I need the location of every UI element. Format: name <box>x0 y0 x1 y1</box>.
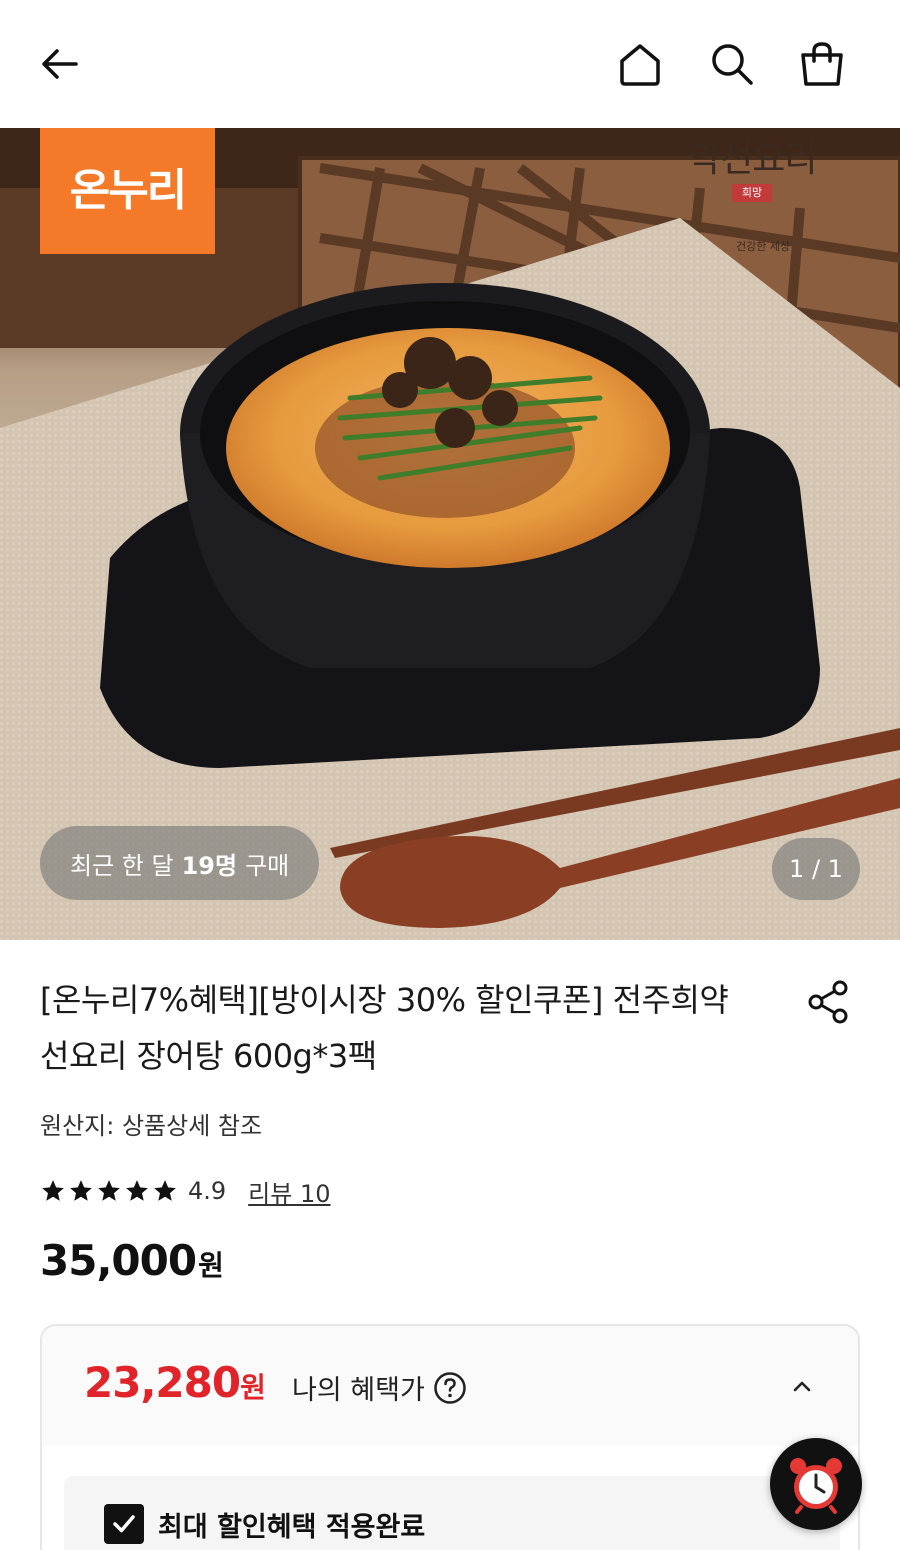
benefit-detail: 최대 할인혜택 적용완료 <box>64 1476 840 1550</box>
collapse-toggle[interactable] <box>782 1366 822 1406</box>
chevron-up-icon <box>793 1381 811 1392</box>
brand-logo-seal: 희망 <box>732 184 772 202</box>
brand-logo-name: 약선요리 <box>688 139 817 180</box>
star-icon <box>42 1180 64 1201</box>
onnuri-badge: 온누리 <box>40 128 215 254</box>
star-icon <box>126 1180 148 1201</box>
benefit-header[interactable]: 23,280원 나의 혜택가 <box>42 1326 858 1446</box>
top-navigation-bar <box>0 0 900 128</box>
rating-value: 4.9 <box>188 1177 227 1205</box>
back-button[interactable] <box>32 36 88 92</box>
rating-row: 4.9 리뷰 10 <box>40 1172 331 1210</box>
checkmark-icon <box>113 1515 135 1533</box>
cart-button[interactable] <box>794 36 850 92</box>
brand-logo-tagline: 건강한 세상 <box>736 240 791 253</box>
benefit-panel: 23,280원 나의 혜택가 최대 할인혜택 적용완료 <box>40 1324 860 1550</box>
benefit-price: 23,280원 <box>84 1358 266 1407</box>
alarm-button[interactable] <box>770 1438 862 1530</box>
search-icon <box>712 44 753 85</box>
recent-purchase-count: 19명 <box>181 851 238 880</box>
star-icon <box>70 1180 92 1201</box>
star-icon <box>98 1180 120 1201</box>
question-circle-icon[interactable] <box>433 1371 467 1405</box>
product-image[interactable]: 온누리 약선요리 희망 건강한 세상 최근 한 달 19명 구매 1 / 1 <box>0 128 900 940</box>
home-icon <box>620 44 660 86</box>
home-button[interactable] <box>612 36 668 92</box>
benefit-applied-row[interactable]: 최대 할인혜택 적용완료 <box>104 1504 425 1544</box>
arrow-left-icon <box>42 49 78 79</box>
image-page-indicator: 1 / 1 <box>772 838 860 900</box>
benefit-applied-label: 최대 할인혜택 적용완료 <box>158 1511 426 1543</box>
brand-logo: 약선요리 희망 건강한 세상 <box>682 128 862 258</box>
benefit-label: 나의 혜택가 <box>292 1368 467 1407</box>
shopping-bag-icon <box>801 42 843 86</box>
star-icon <box>154 1180 176 1201</box>
rating-stars <box>40 1178 178 1204</box>
review-link[interactable]: 리뷰 10 <box>248 1174 330 1209</box>
product-title: [온누리7%혜택][방이시장 30% 할인쿠폰] 전주희약선요리 장어탕 600… <box>40 981 729 1075</box>
original-price: 35,000원 <box>40 1236 224 1285</box>
alarm-clock-icon <box>790 1458 842 1514</box>
checkbox-checked[interactable] <box>104 1504 144 1544</box>
recent-purchase-badge: 최근 한 달 19명 구매 <box>40 826 320 900</box>
search-button[interactable] <box>704 36 760 92</box>
share-button[interactable] <box>800 974 856 1030</box>
share-icon <box>808 980 848 1024</box>
origin-info: 원산지: 상품상세 참조 <box>40 1112 263 1140</box>
